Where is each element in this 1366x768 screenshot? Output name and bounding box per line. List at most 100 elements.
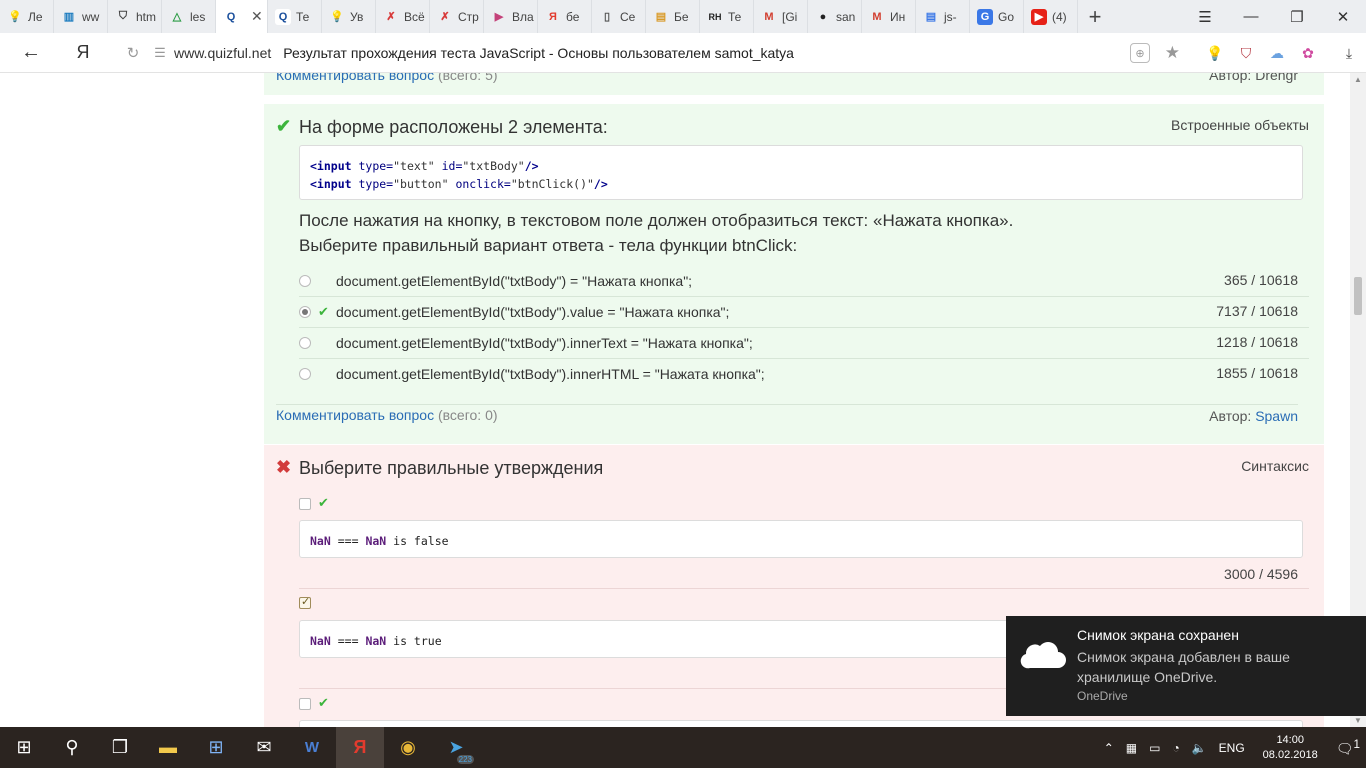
site-info-icon[interactable]: ☰ <box>146 45 174 61</box>
comment-question-link[interactable]: Комментировать вопрос <box>276 407 434 423</box>
browser-tab[interactable]: Ябе <box>538 0 592 33</box>
volume-icon[interactable]: 🔈 <box>1192 741 1207 755</box>
mail-icon[interactable]: ✉ <box>240 727 288 768</box>
url-field[interactable]: ↻ ☰ www.quizful.net Результат прохождени… <box>120 38 1190 68</box>
tab-label: san <box>836 9 856 24</box>
pocket-icon[interactable]: ⛉ <box>1236 43 1256 63</box>
browser-tab[interactable]: G Go <box>970 0 1024 33</box>
protect-icon[interactable]: 💡 <box>1205 43 1225 63</box>
browser-tab[interactable]: RH Те <box>700 0 754 33</box>
question-category: Встроенные объекты <box>1171 117 1309 133</box>
restore-icon[interactable]: ❐ <box>1274 0 1320 33</box>
browser-tab[interactable]: Q Те <box>268 0 322 33</box>
browser-tab[interactable]: M Ин <box>862 0 916 33</box>
browser-tab[interactable]: ▥ ww <box>54 0 108 33</box>
answer-option[interactable]: document.getElementById("txtBody").inner… <box>299 359 1309 390</box>
answer-option[interactable]: document.getElementById("txtBody").inner… <box>299 328 1309 359</box>
quizful-icon: Q <box>223 8 239 25</box>
cloud-extension-icon[interactable]: ☁ <box>1267 43 1287 63</box>
browser-tab[interactable]: ▯ Се <box>592 0 646 33</box>
tab-label: Те <box>296 9 310 24</box>
close-icon[interactable]: ✕ <box>1320 0 1366 33</box>
statement-checkbox[interactable] <box>299 698 311 710</box>
back-arrow-icon[interactable]: ← <box>12 34 50 72</box>
correct-check-icon: ✔ <box>318 495 329 510</box>
reload-icon[interactable]: ↻ <box>120 44 146 62</box>
minimize-icon[interactable]: — <box>1228 0 1274 33</box>
author-name[interactable]: Drengr <box>1255 73 1298 83</box>
rh-icon: RH <box>708 11 722 22</box>
scroll-up-icon[interactable]: ▲ <box>1354 75 1362 84</box>
movie-icon: ▤ <box>655 11 667 23</box>
statement-checkbox[interactable] <box>299 498 311 510</box>
translate-icon[interactable]: ⊕ <box>1130 43 1150 63</box>
answer-radio[interactable] <box>299 368 311 380</box>
telegram-icon[interactable]: ➤ 223 <box>432 727 480 768</box>
tab-label: htm <box>136 9 157 24</box>
task-view-icon[interactable]: ❐ <box>96 727 144 768</box>
answer-text: document.getElementById("txtBody") = "На… <box>336 273 693 289</box>
chrome-icon[interactable]: ◉ <box>384 727 432 768</box>
wifi-icon[interactable]: ◔ <box>1172 741 1179 755</box>
browser-tab[interactable]: ✗ Всё <box>376 0 430 33</box>
yandex-icon: Я <box>549 10 557 23</box>
tab-label: js- <box>944 9 957 24</box>
tab-label: [Gi <box>782 9 798 24</box>
clock[interactable]: 14:00 08.02.2018 <box>1263 733 1318 763</box>
bookmark-star-icon[interactable]: ★ <box>1165 43 1180 63</box>
comment-count: (всего: 5) <box>437 73 498 83</box>
browser-tab[interactable]: 💡 Ув <box>322 0 376 33</box>
yandex-logo[interactable]: Я <box>64 34 102 72</box>
onedrive-notification[interactable]: Снимок экрана сохранен Снимок экрана доб… <box>1006 616 1366 716</box>
menu-icon[interactable]: ☰ <box>1182 0 1228 33</box>
browser-tab[interactable]: 💡 Ле <box>0 0 54 33</box>
tab-list: 💡 Ле ▥ ww ⛉ htm △ les Q ✕ Q Те 💡 Ув ✗ Всё ✗ Стр ▶ Вла Ябе ▯ Се… <box>0 0 1078 33</box>
network-icon[interactable]: ▦ <box>1126 741 1137 755</box>
question-title: Выберите правильные утверждения <box>299 458 604 478</box>
vse-icon: ✗ <box>440 11 450 23</box>
search-icon[interactable]: ⚲ <box>48 727 96 768</box>
answer-option[interactable]: ✔ document.getElementById("txtBody").valu… <box>299 297 1309 328</box>
browser-tab[interactable]: M [Gi <box>754 0 808 33</box>
scroll-down-icon[interactable]: ▼ <box>1354 716 1362 725</box>
browser-tab[interactable]: ▶ (4) <box>1024 0 1078 33</box>
author-name[interactable]: Spawn <box>1255 408 1298 424</box>
answer-stat: 7137 / 10618 <box>1216 303 1298 319</box>
tab-label: Се <box>620 9 636 24</box>
browser-tab[interactable]: ● san <box>808 0 862 33</box>
browser-tab[interactable]: ⛉ htm <box>108 0 162 33</box>
windows-start-icon[interactable]: ⊞ <box>0 727 48 768</box>
browser-tab[interactable]: ✗ Стр <box>430 0 484 33</box>
address-bar: ← Я ↻ ☰ www.quizful.net Результат прохож… <box>0 33 1366 73</box>
close-tab-icon[interactable]: ✕ <box>251 8 263 25</box>
answer-radio[interactable] <box>299 275 311 287</box>
browser-tab[interactable]: Q ✕ <box>216 0 268 33</box>
statement-checkbox[interactable] <box>299 595 311 609</box>
tab-label: Ле <box>28 9 43 24</box>
chevron-up-icon[interactable]: ⌃ <box>1104 741 1114 755</box>
answer-radio[interactable] <box>299 306 311 318</box>
store-icon[interactable]: ⊞ <box>192 727 240 768</box>
quizful-icon: Q <box>275 8 291 25</box>
yandex-browser-icon[interactable]: Я <box>336 727 384 768</box>
browser-tab[interactable]: ▶ Вла <box>484 0 538 33</box>
language-indicator[interactable]: ENG <box>1219 741 1245 755</box>
answer-radio[interactable] <box>299 337 311 349</box>
downloads-icon[interactable]: ⤓ <box>1339 43 1359 63</box>
notifications-icon[interactable]: 🗨1 <box>1336 738 1360 758</box>
correct-check-icon: ✔ <box>318 304 329 319</box>
comment-question-link[interactable]: Комментировать вопрос <box>276 73 434 83</box>
answer-option[interactable]: document.getElementById("txtBody") = "На… <box>299 266 1309 297</box>
scrollbar-thumb[interactable] <box>1354 277 1362 315</box>
word-icon[interactable]: W <box>288 727 336 768</box>
tab-label: Go <box>998 9 1015 24</box>
tab-label: Те <box>728 9 742 24</box>
color-extension-icon[interactable]: ✿ <box>1298 43 1318 63</box>
file-explorer-icon[interactable]: ▬ <box>144 727 192 768</box>
browser-tab[interactable]: △ les <box>162 0 216 33</box>
browser-tab[interactable]: ▤ js- <box>916 0 970 33</box>
new-tab-button[interactable]: + <box>1078 0 1112 33</box>
browser-tab[interactable]: ▤ Бе <box>646 0 700 33</box>
battery-icon[interactable]: ▭ <box>1149 741 1160 755</box>
vse-icon: ✗ <box>386 11 396 23</box>
